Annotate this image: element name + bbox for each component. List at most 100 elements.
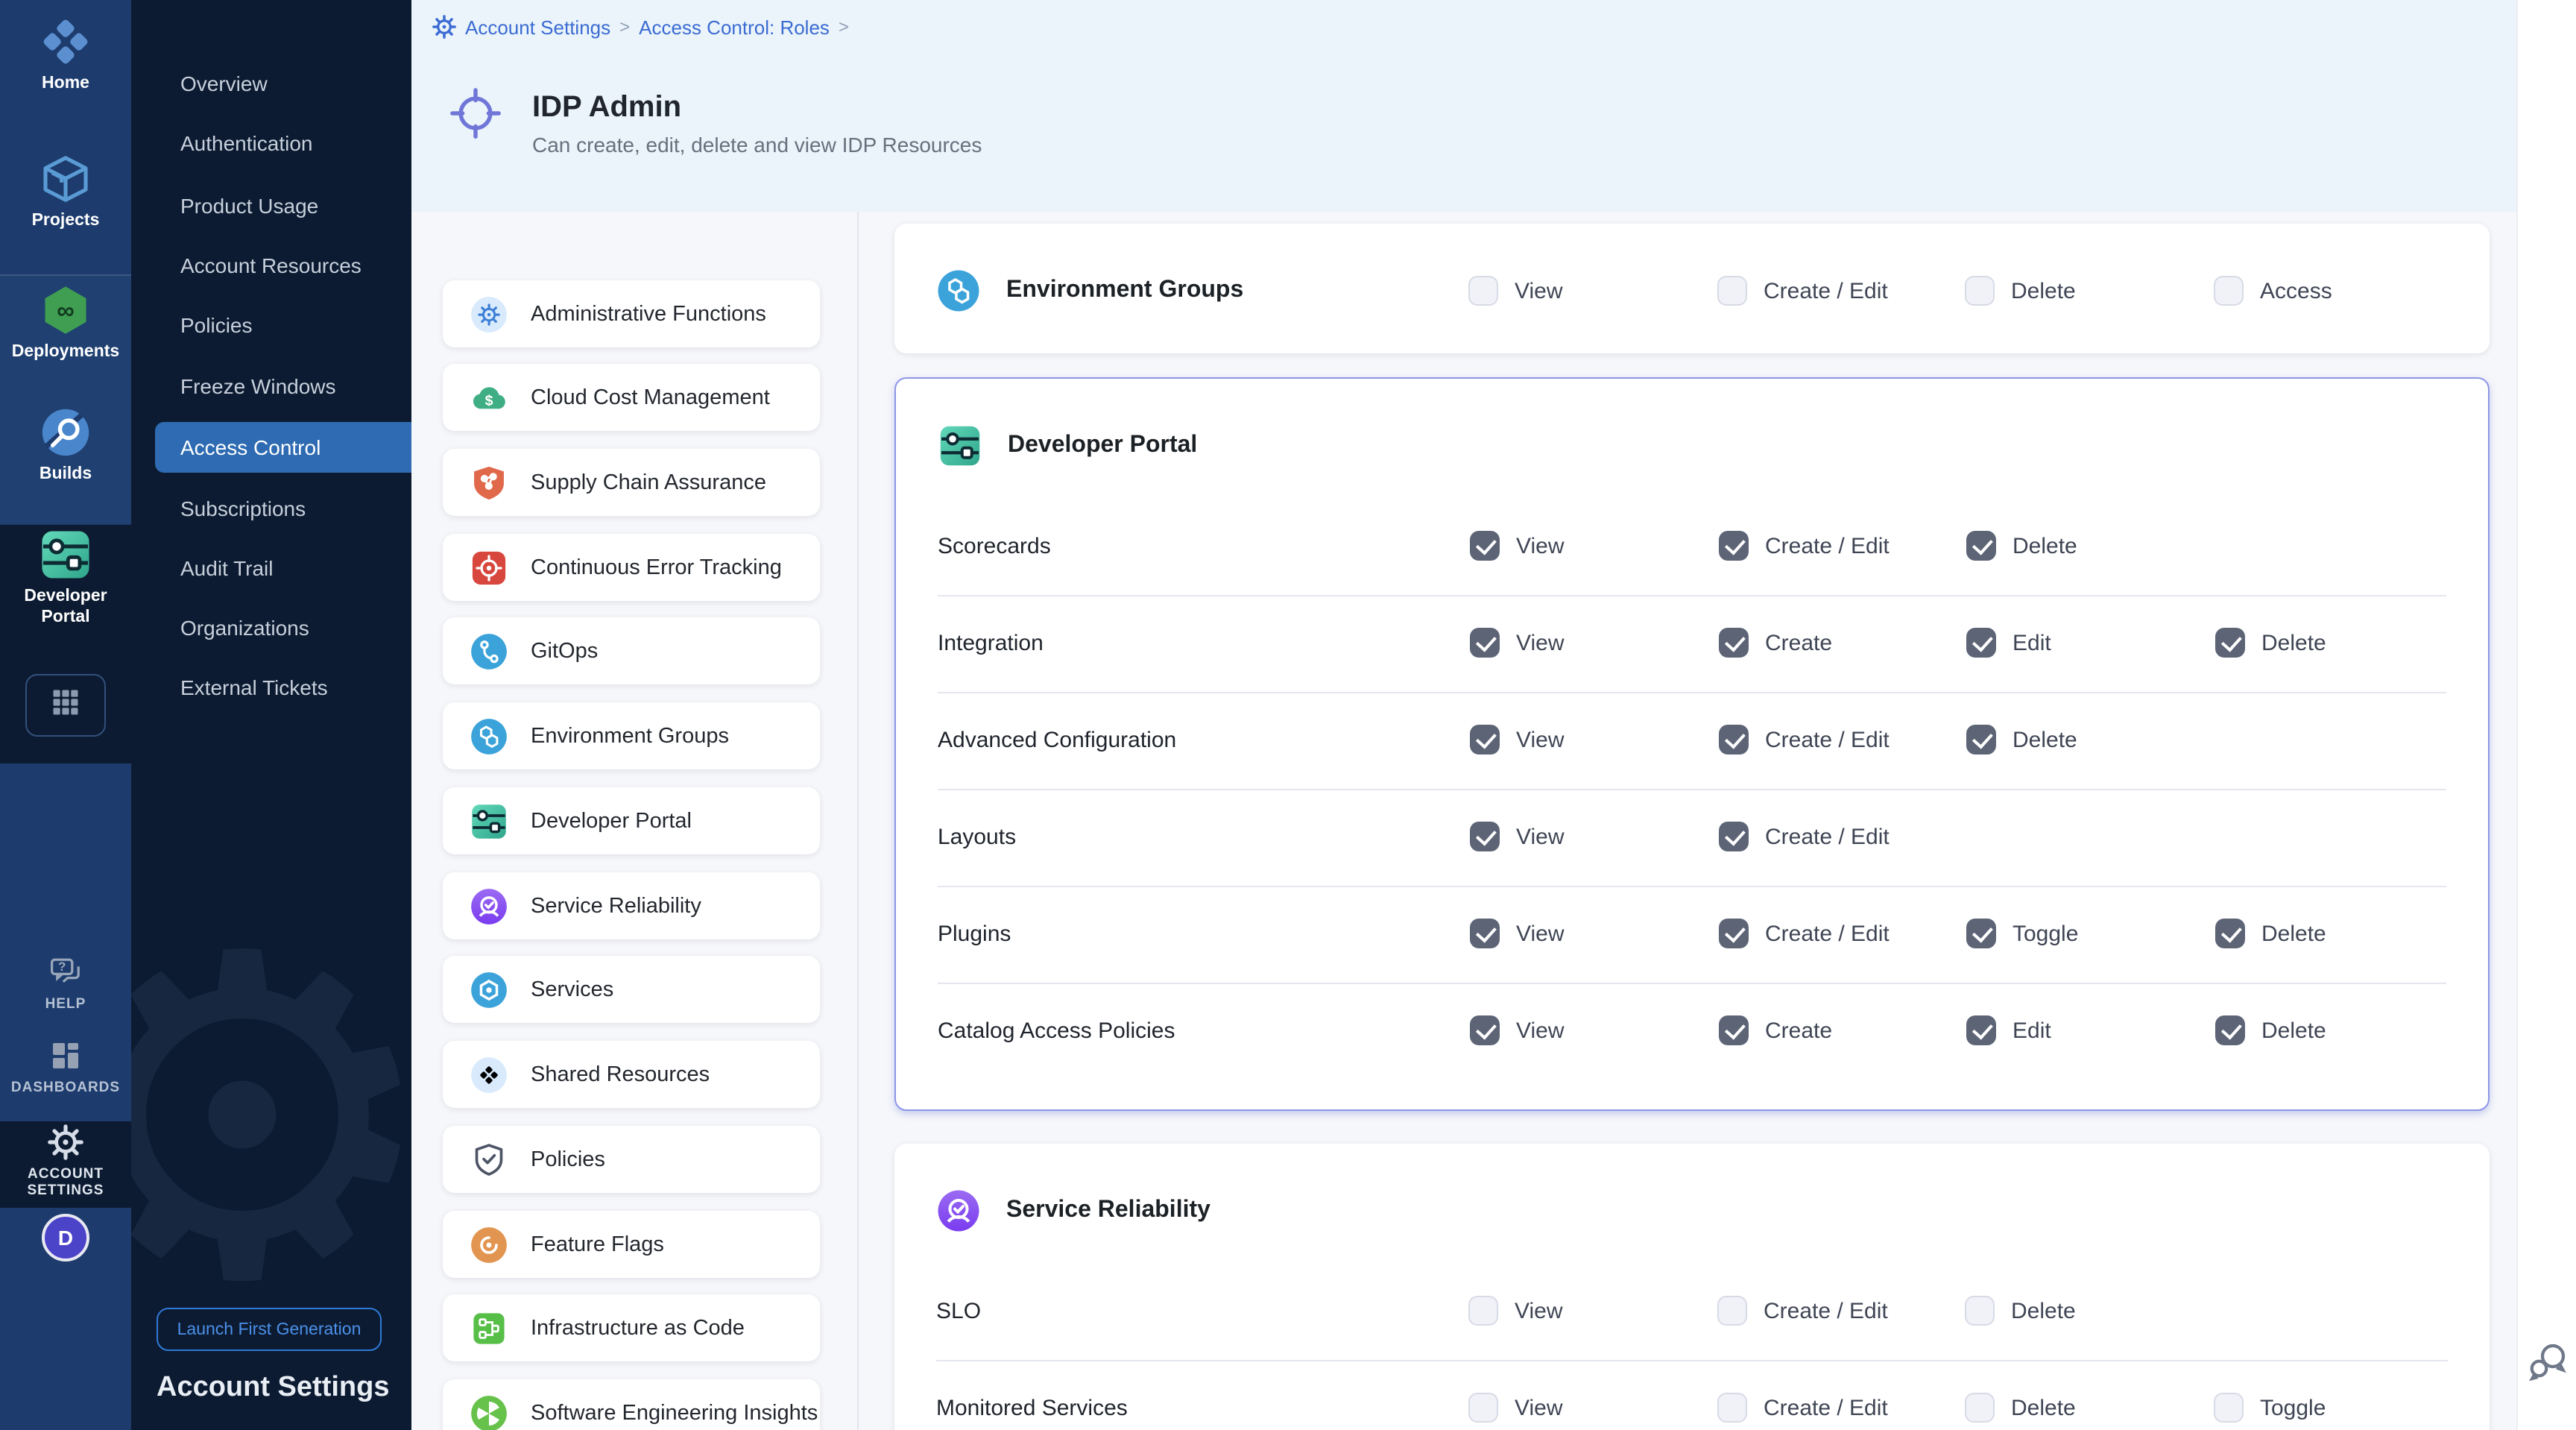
sidebar-item-product-usage[interactable]: Product Usage (131, 180, 411, 231)
category-card-cloud-cost-management[interactable]: $Cloud Cost Management (443, 364, 820, 431)
sidebar-item-freeze-windows[interactable]: Freeze Windows (131, 361, 411, 412)
unchecked-checkbox[interactable] (1717, 1393, 1747, 1423)
checked-checkbox[interactable] (1470, 1015, 1500, 1045)
permission-create-edit[interactable]: Create / Edit (1719, 497, 1890, 594)
checked-checkbox[interactable] (1719, 628, 1749, 658)
category-card-continuous-error-tracking[interactable]: Continuous Error Tracking (443, 534, 820, 601)
module-item-projects[interactable]: Projects (0, 152, 131, 233)
unchecked-checkbox[interactable] (1468, 1296, 1498, 1326)
category-card-developer-portal[interactable]: Developer Portal (443, 787, 820, 854)
checked-checkbox[interactable] (1719, 531, 1749, 561)
category-card-policies[interactable]: Policies (443, 1126, 820, 1193)
checked-checkbox[interactable] (1719, 725, 1749, 755)
unchecked-checkbox[interactable] (1717, 276, 1747, 306)
permission-delete[interactable]: Delete (2215, 885, 2326, 982)
sidebar-item-access-control[interactable]: Access Control (155, 422, 411, 473)
permission-view[interactable]: View (1470, 594, 1565, 691)
permission-create[interactable]: Create (1719, 594, 1832, 691)
permission-view[interactable]: View (1470, 691, 1565, 788)
sidebar-item-audit-trail[interactable]: Audit Trail (131, 543, 411, 593)
user-avatar[interactable]: D (42, 1214, 89, 1262)
checked-checkbox[interactable] (1966, 725, 1996, 755)
module-item-home[interactable]: Home (0, 15, 131, 95)
apps-grid-button[interactable] (25, 674, 106, 737)
permission-toggle[interactable]: Toggle (2214, 1359, 2326, 1430)
checked-checkbox[interactable] (1719, 1015, 1749, 1045)
category-card-software-engineering-insights[interactable]: Software Engineering Insights (443, 1379, 820, 1430)
checked-checkbox[interactable] (1719, 822, 1749, 851)
permission-create-edit[interactable]: Create / Edit (1717, 268, 1888, 313)
checked-checkbox[interactable] (1470, 822, 1500, 851)
sidebar-item-subscriptions[interactable]: Subscriptions (131, 483, 411, 534)
rail-footer-dashboards[interactable]: DASHBOARDS (0, 1038, 131, 1097)
module-item-deployments[interactable]: ∞Deployments (0, 283, 131, 364)
permission-view[interactable]: View (1470, 885, 1565, 982)
unchecked-checkbox[interactable] (1965, 276, 1995, 306)
category-card-infrastructure-as-code[interactable]: Infrastructure as Code (443, 1294, 820, 1361)
permission-view[interactable]: View (1468, 1359, 1563, 1430)
category-card-feature-flags[interactable]: Feature Flags (443, 1211, 820, 1278)
permission-toggle[interactable]: Toggle (1966, 885, 2078, 982)
breadcrumb-access-control-roles[interactable]: Access Control: Roles (639, 16, 830, 38)
permission-delete[interactable]: Delete (1966, 497, 2077, 594)
category-card-administrative-functions[interactable]: Administrative Functions (443, 280, 820, 347)
unchecked-checkbox[interactable] (2214, 1393, 2244, 1423)
permission-access[interactable]: Access (2214, 268, 2332, 313)
sidebar-item-overview[interactable]: Overview (131, 58, 411, 109)
permission-create-edit[interactable]: Create / Edit (1719, 885, 1890, 982)
rail-footer-help[interactable]: ?HELP (0, 954, 131, 1013)
permission-create[interactable]: Create (1719, 982, 1832, 1079)
checked-checkbox[interactable] (1719, 919, 1749, 948)
permission-view[interactable]: View (1468, 1262, 1563, 1359)
launch-first-generation-button[interactable]: Launch First Generation (157, 1308, 382, 1351)
permission-delete[interactable]: Delete (2215, 594, 2326, 691)
checked-checkbox[interactable] (1470, 531, 1500, 561)
permission-view[interactable]: View (1470, 982, 1565, 1079)
checked-checkbox[interactable] (1966, 1015, 1996, 1045)
permission-create-edit[interactable]: Create / Edit (1719, 691, 1890, 788)
checked-checkbox[interactable] (2215, 1015, 2245, 1045)
sidebar-item-policies[interactable]: Policies (131, 300, 411, 350)
permission-delete[interactable]: Delete (1965, 268, 2076, 313)
sidebar-item-organizations[interactable]: Organizations (131, 602, 411, 653)
category-card-shared-resources[interactable]: Shared Resources (443, 1041, 820, 1108)
checked-checkbox[interactable] (1470, 919, 1500, 948)
permission-create-edit[interactable]: Create / Edit (1719, 788, 1890, 885)
permission-view[interactable]: View (1470, 497, 1565, 594)
permission-edit[interactable]: Edit (1966, 594, 2051, 691)
chat-bubbles-icon[interactable] (2525, 1339, 2570, 1384)
unchecked-checkbox[interactable] (1468, 276, 1498, 306)
checked-checkbox[interactable] (1966, 531, 1996, 561)
permission-view[interactable]: View (1470, 788, 1565, 885)
unchecked-checkbox[interactable] (1468, 1393, 1498, 1423)
checked-checkbox[interactable] (2215, 919, 2245, 948)
unchecked-checkbox[interactable] (1965, 1296, 1995, 1326)
sidebar-item-authentication[interactable]: Authentication (131, 118, 411, 168)
permission-create-edit[interactable]: Create / Edit (1717, 1262, 1888, 1359)
checked-checkbox[interactable] (1470, 628, 1500, 658)
category-card-service-reliability[interactable]: Service Reliability (443, 872, 820, 939)
unchecked-checkbox[interactable] (1717, 1296, 1747, 1326)
sidebar-item-account-resources[interactable]: Account Resources (131, 240, 411, 291)
category-card-environment-groups[interactable]: Environment Groups (443, 702, 820, 769)
permission-delete[interactable]: Delete (2215, 982, 2326, 1079)
permission-delete[interactable]: Delete (1965, 1359, 2076, 1430)
module-item-builds[interactable]: Builds (0, 406, 131, 486)
breadcrumb-account-settings[interactable]: Account Settings (465, 16, 610, 38)
permission-create-edit[interactable]: Create / Edit (1717, 1359, 1888, 1430)
checked-checkbox[interactable] (2215, 628, 2245, 658)
permission-edit[interactable]: Edit (1966, 982, 2051, 1079)
permission-view[interactable]: View (1468, 268, 1563, 313)
category-card-services[interactable]: Services (443, 956, 820, 1023)
permission-delete[interactable]: Delete (1966, 691, 2077, 788)
checked-checkbox[interactable] (1966, 919, 1996, 948)
category-card-supply-chain-assurance[interactable]: Supply Chain Assurance (443, 449, 820, 516)
module-item-developer-portal[interactable]: Developer Portal (0, 528, 131, 629)
unchecked-checkbox[interactable] (1965, 1393, 1995, 1423)
sidebar-item-external-tickets[interactable]: External Tickets (131, 662, 411, 713)
rail-footer-account-settings[interactable]: ACCOUNT SETTINGS (0, 1124, 131, 1200)
checked-checkbox[interactable] (1966, 628, 1996, 658)
category-card-gitops[interactable]: GitOps (443, 617, 820, 684)
unchecked-checkbox[interactable] (2214, 276, 2244, 306)
permission-delete[interactable]: Delete (1965, 1262, 2076, 1359)
